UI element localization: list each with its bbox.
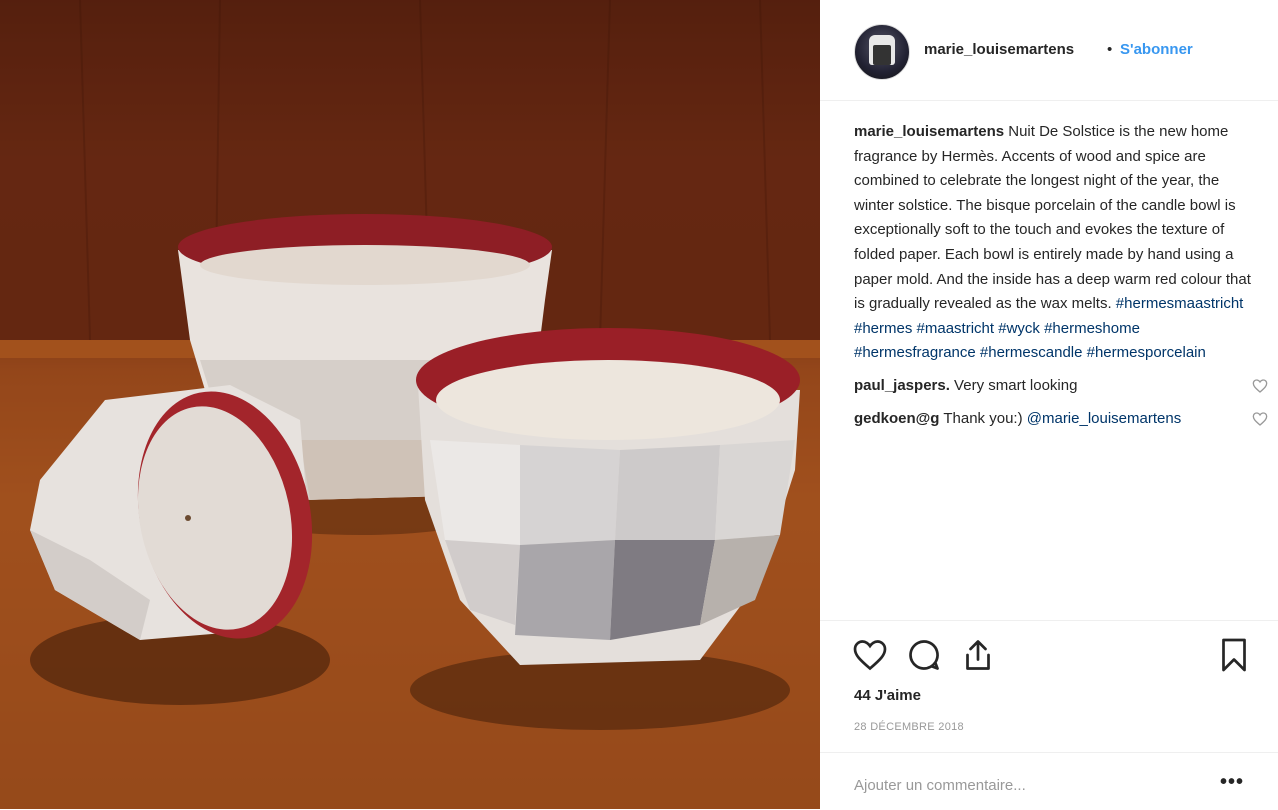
post-photo[interactable] (0, 0, 820, 809)
comment-text: Thank you:) (939, 409, 1027, 427)
avatar[interactable] (854, 24, 910, 80)
comments-section: marie_louisemartens Nuit De Solstice is … (854, 120, 1268, 432)
comment-icon[interactable] (906, 637, 942, 673)
post-header: marie_louisemartens • S'abonner (820, 0, 1278, 101)
small-heart-icon[interactable] (1252, 378, 1268, 394)
likes-count[interactable]: 44 J'aime (854, 687, 921, 704)
caption-text: Nuit De Solstice is the new home fragran… (854, 123, 1251, 313)
comment-username[interactable]: gedkoen@g (854, 410, 939, 427)
caption-username[interactable]: marie_louisemartens (854, 123, 1004, 140)
more-options-icon[interactable]: ••• (1220, 771, 1244, 794)
comment-mention[interactable]: @marie_louisemartens (1027, 410, 1181, 427)
small-heart-icon[interactable] (1252, 411, 1268, 427)
share-icon[interactable] (960, 637, 996, 673)
follow-button[interactable]: S'abonner (1120, 41, 1193, 58)
candle-bowls-image (0, 0, 820, 809)
add-comment-area[interactable]: Ajouter un commentaire... ••• (820, 752, 1278, 810)
header-username[interactable]: marie_louisemartens (924, 41, 1074, 58)
bookmark-icon[interactable] (1216, 637, 1252, 673)
post-caption: marie_louisemartens Nuit De Solstice is … (854, 120, 1254, 366)
comment-item: gedkoen@g Thank you:) @marie_louisemarte… (854, 407, 1268, 432)
post-date: 28 DÉCEMBRE 2018 (854, 721, 964, 733)
heart-icon[interactable] (852, 637, 888, 673)
comment-item: paul_jaspers. Very smart looking (854, 374, 1268, 399)
comment-text: Very smart looking (949, 376, 1078, 394)
comment-input[interactable]: Ajouter un commentaire... (854, 777, 1026, 794)
post-sidebar: marie_louisemartens • S'abonner marie_lo… (820, 0, 1278, 809)
action-bar: 44 J'aime 28 DÉCEMBRE 2018 (820, 620, 1278, 741)
separator-dot: • (1107, 41, 1113, 58)
comment-username[interactable]: paul_jaspers. (854, 377, 950, 394)
